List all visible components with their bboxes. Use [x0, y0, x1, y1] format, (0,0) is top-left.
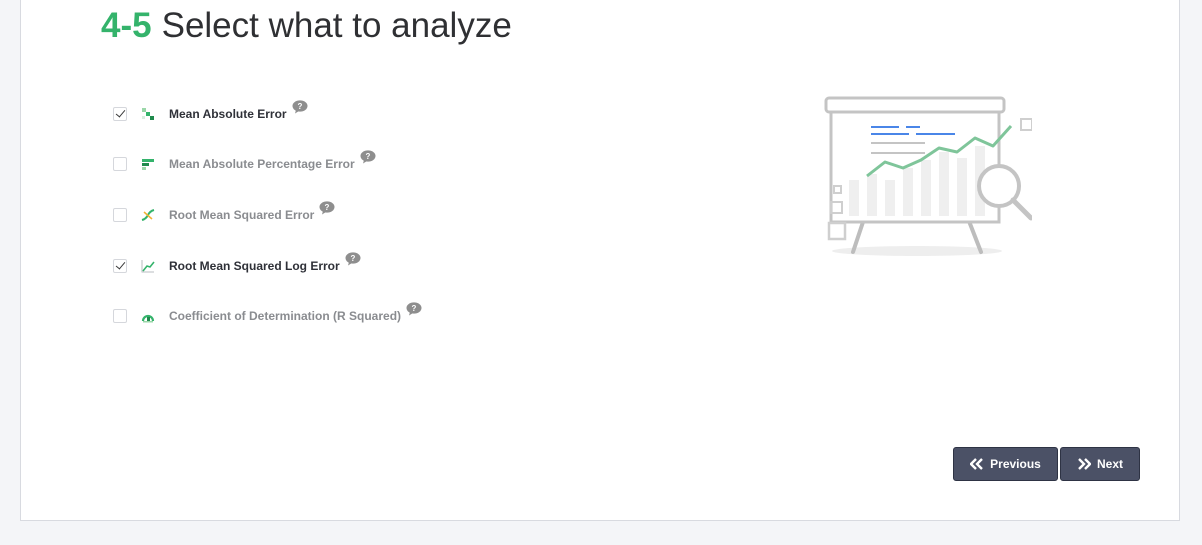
rmsle-icon	[141, 260, 155, 273]
page-title: 4-5 Select what to analyze	[101, 6, 512, 46]
step-number: 4-5	[101, 6, 152, 45]
metric-checkbox[interactable]	[113, 259, 127, 273]
metric-option-mae[interactable]: Mean Absolute Error ?	[113, 100, 308, 124]
mape-icon	[142, 159, 154, 170]
question-bubble-icon[interactable]: ?	[360, 150, 376, 164]
next-button[interactable]: Next	[1060, 447, 1140, 481]
rmse-icon	[141, 209, 155, 221]
metric-label: Mean Absolute Error	[169, 107, 287, 121]
content-panel: 4-5 Select what to analyze Mean Absolute …	[20, 0, 1180, 521]
double-chevron-right-icon	[1078, 458, 1091, 470]
r-squared-icon	[141, 314, 155, 323]
previous-label: Previous	[990, 457, 1041, 471]
svg-text:?: ?	[325, 203, 330, 212]
question-bubble-icon[interactable]: ?	[406, 302, 422, 316]
metric-checkbox[interactable]	[113, 107, 127, 121]
mae-icon	[142, 108, 154, 120]
question-bubble-icon[interactable]: ?	[319, 201, 335, 215]
metric-option-r-squared[interactable]: Coefficient of Determination (R Squared)…	[113, 302, 422, 326]
svg-text:?: ?	[365, 152, 370, 161]
svg-text:?: ?	[350, 254, 355, 263]
metric-checkbox[interactable]	[113, 309, 127, 323]
metric-option-mape[interactable]: Mean Absolute Percentage Error ?	[113, 150, 376, 174]
title-text: Select what to analyze	[161, 6, 512, 45]
double-chevron-left-icon	[970, 458, 983, 470]
metric-option-rmsle[interactable]: Root Mean Squared Log Error ?	[113, 252, 361, 276]
presentation-board-analysis-icon	[824, 96, 1032, 256]
metric-label: Root Mean Squared Log Error	[169, 259, 340, 273]
question-bubble-icon[interactable]: ?	[292, 100, 308, 114]
svg-text:?: ?	[412, 304, 417, 313]
metric-checkbox[interactable]	[113, 208, 127, 222]
metric-option-rmse[interactable]: Root Mean Squared Error ?	[113, 201, 335, 225]
metric-label: Coefficient of Determination (R Squared)	[169, 309, 402, 323]
svg-text:?: ?	[297, 102, 302, 111]
metric-label: Root Mean Squared Error	[169, 208, 315, 222]
question-bubble-icon[interactable]: ?	[345, 252, 361, 266]
next-label: Next	[1096, 457, 1123, 471]
metric-checkbox[interactable]	[113, 157, 127, 171]
previous-button[interactable]: Previous	[953, 447, 1058, 481]
metric-label: Mean Absolute Percentage Error	[169, 157, 355, 171]
